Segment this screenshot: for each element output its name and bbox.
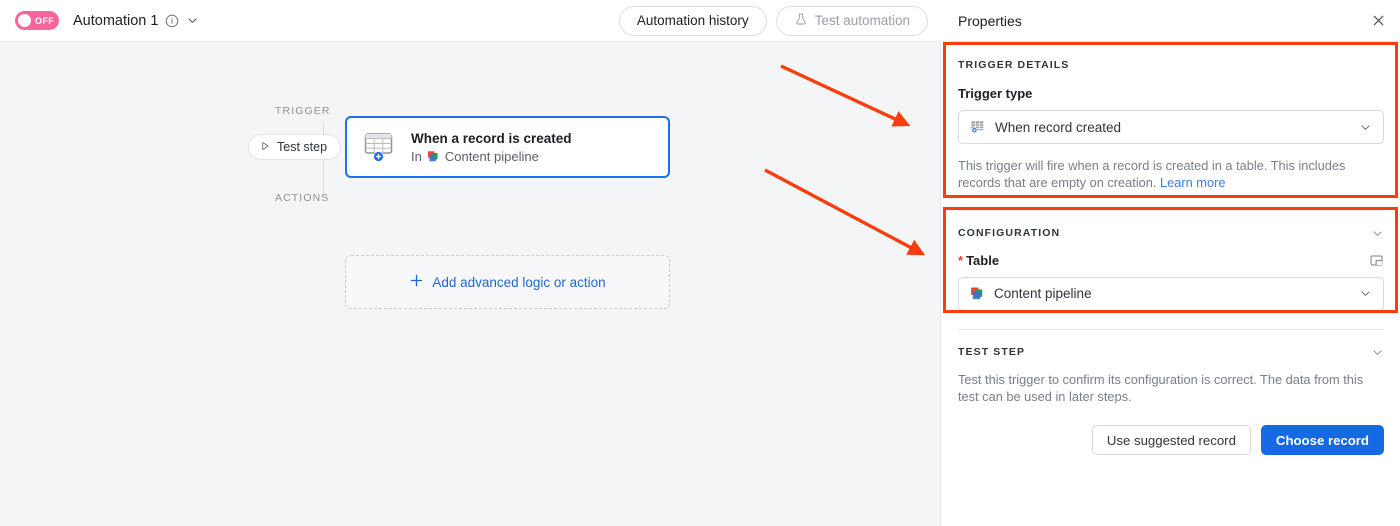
trigger-card-base-name: Content pipeline — [444, 148, 539, 164]
table-field-label-text: Table — [966, 252, 1000, 268]
toggle-knob — [18, 14, 31, 27]
test-step-collapse-chevron-down-icon[interactable] — [1371, 346, 1384, 359]
trigger-card-title: When a record is created — [411, 130, 572, 146]
add-action-label: Add advanced logic or action — [432, 274, 606, 290]
configuration-section: CONFIGURATION * Table Content pipeline — [942, 211, 1400, 311]
required-asterisk: * — [958, 252, 964, 268]
automation-editor-screen: OFF Automation 1 Automation history Test… — [0, 0, 1400, 526]
test-step-button[interactable]: Test step — [248, 134, 342, 160]
top-bar: OFF Automation 1 Automation history Test… — [0, 0, 941, 42]
table-field-label: * Table — [958, 253, 999, 268]
chevron-down-icon — [1359, 121, 1372, 134]
configuration-heading: CONFIGURATION — [958, 227, 1061, 240]
plus-icon — [409, 273, 424, 291]
trigger-card[interactable]: When a record is created In Content pipe… — [345, 116, 670, 178]
table-select[interactable]: Content pipeline — [958, 276, 1384, 311]
properties-panel-header: Properties — [942, 0, 1400, 42]
automation-history-button[interactable]: Automation history — [618, 5, 767, 36]
expand-panel-icon[interactable] — [1369, 253, 1384, 268]
trigger-details-heading-row: TRIGGER DETAILS — [958, 59, 1384, 71]
trigger-details-heading: TRIGGER DETAILS — [958, 59, 1070, 71]
automation-name[interactable]: Automation 1 — [73, 13, 158, 29]
properties-panel: Properties TRIGGER DETAILS Trigger type — [942, 0, 1400, 526]
top-bar-actions: Automation history Test automation — [618, 5, 928, 36]
chevron-down-icon — [1359, 287, 1372, 300]
table-add-record-icon — [970, 119, 986, 135]
use-suggested-record-label: Use suggested record — [1106, 432, 1236, 448]
trigger-type-label: Trigger type — [958, 86, 1033, 101]
test-automation-label: Test automation — [814, 13, 910, 28]
configuration-heading-row: CONFIGURATION — [958, 227, 1384, 240]
automation-flow-canvas[interactable]: TRIGGER ACTIONS Test step When a record … — [0, 42, 941, 526]
test-step-label: Test step — [277, 140, 328, 154]
test-step-heading-row: TEST STEP — [958, 346, 1384, 359]
use-suggested-record-button[interactable]: Use suggested record — [1091, 425, 1251, 456]
trigger-card-subtitle: In Content pipeline — [411, 149, 572, 164]
test-step-section: TEST STEP Test this trigger to confirm i… — [942, 330, 1400, 456]
play-icon — [259, 140, 271, 155]
toggle-state-label: OFF — [35, 15, 55, 26]
panel-title: Properties — [958, 12, 1022, 29]
test-automation-button[interactable]: Test automation — [775, 5, 928, 36]
add-advanced-logic-or-action-button[interactable]: Add advanced logic or action — [345, 255, 670, 309]
test-step-description: Test this trigger to confirm its configu… — [958, 371, 1364, 404]
table-select-value: Content pipeline — [994, 286, 1092, 302]
automation-menu-chevron-down-icon[interactable] — [186, 14, 199, 27]
actions-section-label: ACTIONS — [275, 192, 330, 204]
test-step-button-row: Use suggested record Choose record — [958, 425, 1384, 456]
automation-enable-toggle[interactable]: OFF — [15, 11, 59, 30]
choose-record-label: Choose record — [1275, 432, 1369, 448]
table-add-record-icon — [363, 130, 397, 164]
trigger-help-text: This trigger will fire when a record is … — [958, 157, 1384, 192]
learn-more-link[interactable]: Learn more — [1160, 175, 1225, 190]
trigger-card-subtitle-prefix: In — [411, 148, 422, 164]
flask-icon — [794, 12, 808, 29]
table-field-label-row: * Table — [958, 253, 1384, 268]
info-circle-icon[interactable] — [165, 14, 179, 28]
trigger-details-section: TRIGGER DETAILS Trigger type When record… — [942, 42, 1400, 192]
trigger-help-sentence: This trigger will fire when a record is … — [958, 158, 1346, 191]
automation-history-label: Automation history — [636, 13, 749, 28]
choose-record-button[interactable]: Choose record — [1260, 425, 1384, 456]
trigger-type-select[interactable]: When record created — [958, 110, 1384, 144]
configuration-collapse-chevron-down-icon[interactable] — [1371, 227, 1384, 240]
close-icon[interactable] — [1371, 13, 1386, 28]
trigger-card-text: When a record is created In Content pipe… — [411, 131, 572, 164]
trigger-section-label: TRIGGER — [275, 105, 331, 117]
base-color-icon — [970, 286, 985, 301]
base-color-icon — [427, 150, 440, 163]
test-step-heading: TEST STEP — [958, 346, 1026, 359]
trigger-type-value: When record created — [995, 119, 1122, 135]
